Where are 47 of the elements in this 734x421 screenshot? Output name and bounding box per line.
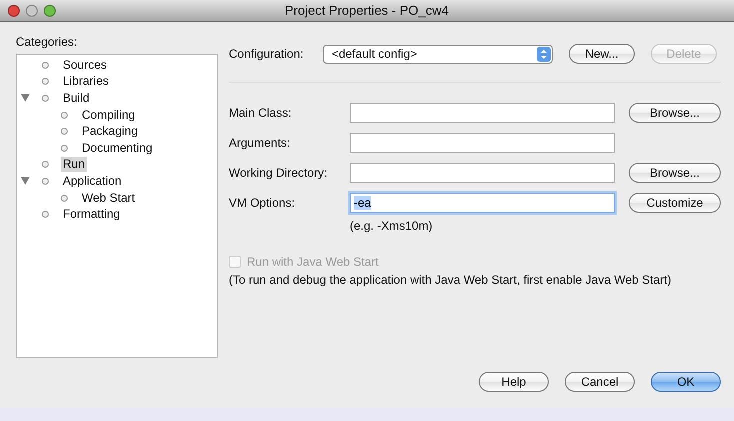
bullet-icon: [42, 62, 49, 69]
category-item[interactable]: Sources: [61, 58, 110, 73]
bullet-icon: [42, 161, 49, 168]
text-field[interactable]: [350, 103, 615, 123]
field-label: Main Class:: [229, 106, 293, 120]
configuration-dropdown[interactable]: <default config>: [323, 44, 553, 64]
category-item[interactable]: Build: [61, 90, 92, 106]
disclosure-triangle-icon[interactable]: [21, 177, 30, 186]
disclosure-triangle-icon[interactable]: [21, 94, 30, 102]
category-item[interactable]: Compiling: [80, 108, 138, 123]
dialog-button[interactable]: Help: [479, 372, 549, 392]
dialog-button[interactable]: OK: [651, 372, 721, 392]
category-item[interactable]: Formatting: [61, 207, 122, 222]
field-label: VM Options:: [229, 196, 296, 210]
field-label: Working Directory:: [229, 166, 328, 180]
field-action-button[interactable]: Customize: [629, 193, 721, 213]
bullet-icon: [61, 144, 68, 152]
close-icon[interactable]: [8, 4, 20, 16]
bullet-icon: [42, 94, 49, 102]
new-button[interactable]: New...: [569, 44, 635, 64]
category-item[interactable]: Packaging: [80, 124, 140, 140]
dropdown-arrows-icon: [537, 46, 551, 62]
text-field[interactable]: -ea: [350, 193, 615, 213]
zoom-icon[interactable]: [44, 4, 56, 16]
category-item[interactable]: Web Start: [80, 190, 138, 206]
window-title: Project Properties - PO_cw4: [284, 3, 449, 18]
hint-text: (e.g. -Xms10m): [350, 219, 433, 233]
category-item[interactable]: Application: [61, 174, 124, 189]
text-field[interactable]: [350, 133, 615, 153]
web-start-note: (To run and debug the application with Java Web Start, first enable Java Web Start): [229, 273, 672, 287]
bullet-icon: [42, 78, 49, 86]
minimize-icon[interactable]: [26, 4, 38, 16]
configuration-label: Configuration:: [229, 47, 305, 61]
field-action-button[interactable]: Browse...: [629, 103, 721, 123]
categories-label: Categories:: [16, 35, 78, 49]
category-item[interactable]: Run: [61, 157, 88, 172]
category-item[interactable]: Documenting: [80, 140, 155, 156]
field-action-button[interactable]: Browse...: [629, 163, 721, 183]
dialog-button[interactable]: Cancel: [565, 372, 635, 392]
bullet-icon: [61, 128, 68, 136]
field-label: Arguments:: [229, 136, 292, 150]
bullet-icon: [61, 112, 68, 119]
category-item[interactable]: Libraries: [61, 74, 112, 90]
bullet-icon: [61, 194, 68, 202]
bullet-icon: [42, 211, 49, 218]
text-field[interactable]: [350, 163, 615, 183]
bullet-icon: [42, 178, 49, 185]
